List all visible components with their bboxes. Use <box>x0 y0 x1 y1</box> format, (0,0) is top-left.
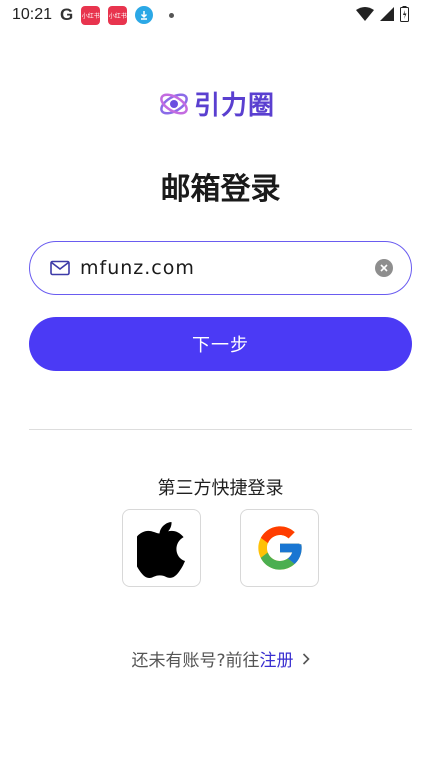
divider <box>29 429 412 430</box>
signal-icon <box>380 7 394 21</box>
apple-login-button[interactable] <box>122 509 201 587</box>
email-field[interactable] <box>80 257 375 279</box>
more-notifications-dot-icon <box>169 12 175 18</box>
next-button[interactable]: 下一步 <box>29 317 412 371</box>
app-notification-icon: 小红书 <box>81 5 101 25</box>
wifi-icon <box>356 7 374 21</box>
clear-input-button[interactable] <box>375 259 393 277</box>
apple-icon <box>136 522 185 578</box>
status-bar: 10:21 G 小红书 小红书 <box>0 0 441 30</box>
third-party-login-label: 第三方快捷登录 <box>157 478 284 499</box>
app-notification-icon: 小红书 <box>108 5 128 25</box>
register-link[interactable]: 注册 <box>260 646 294 671</box>
chevron-right-icon[interactable] <box>302 652 310 665</box>
google-login-button[interactable] <box>240 509 319 587</box>
page-title: 邮箱登录 <box>160 172 281 207</box>
register-prompt-text: 还未有账号?前往 <box>131 651 260 671</box>
download-notification-icon <box>135 6 154 24</box>
app-badge-label: 小红书 <box>81 12 100 20</box>
app-logo: 引力圈 <box>158 85 275 122</box>
google-notification-icon: G <box>60 5 74 24</box>
orbit-logo-icon <box>160 92 188 115</box>
register-prompt: 还未有账号?前往 注册 <box>0 646 441 671</box>
google-icon <box>257 526 302 570</box>
email-field-container[interactable] <box>29 241 412 295</box>
battery-icon <box>400 6 409 22</box>
close-icon <box>380 264 388 272</box>
app-badge-label: 小红书 <box>108 12 127 20</box>
mail-icon <box>50 260 70 276</box>
status-time: 10:21 <box>12 6 53 23</box>
brand-name: 引力圈 <box>194 91 276 121</box>
